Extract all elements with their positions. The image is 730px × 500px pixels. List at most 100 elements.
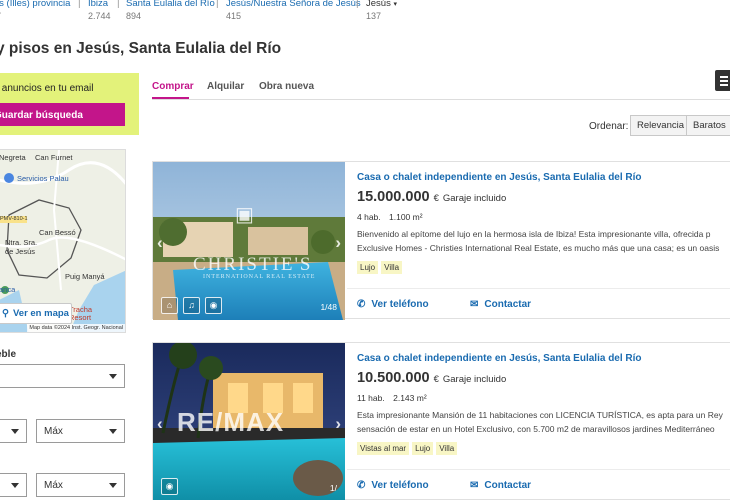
breadcrumb-separator: | xyxy=(216,0,219,9)
prev-photo-icon[interactable]: ‹ xyxy=(157,414,163,434)
sort-cheapest-button[interactable]: Baratos xyxy=(686,115,730,136)
view-phone-label: Ver teléfono xyxy=(371,299,429,310)
breadcrumb-label[interactable]: Santa Eulalia del Río xyxy=(126,0,215,9)
currency: € xyxy=(433,193,439,204)
max-select[interactable]: Máx xyxy=(36,419,125,443)
breadcrumb-item-province[interactable]: rs (Illes) provincia 7 xyxy=(0,0,70,21)
listing-title[interactable]: Casa o chalet independiente en Jesús, Sa… xyxy=(357,353,642,364)
area-detail: 1.100 m² xyxy=(389,212,423,222)
breadcrumb-count: 894 xyxy=(126,11,142,21)
listing-info: Casa o chalet independiente en Jesús, Sa… xyxy=(347,162,730,320)
breadcrumb-label[interactable]: rs (Illes) provincia xyxy=(0,0,70,9)
breadcrumb-separator: | xyxy=(78,0,81,9)
chat-icon: ✉ xyxy=(470,299,479,310)
max-select-value: Máx xyxy=(44,479,63,491)
property-type-select[interactable] xyxy=(0,364,125,388)
brand-watermark: RE/MAX xyxy=(177,407,285,437)
prev-photo-icon[interactable]: ‹ xyxy=(157,233,163,253)
min-select-2[interactable] xyxy=(0,473,27,497)
breadcrumb-item-jesus[interactable]: Jesús ▾ 137 xyxy=(366,0,397,21)
map-pin-icon: ⚲ xyxy=(2,308,9,319)
listing-title[interactable]: Casa o chalet independiente en Jesús, Sa… xyxy=(357,172,642,183)
breadcrumb-item-santa-eulalia[interactable]: Santa Eulalia del Río 894 xyxy=(126,0,215,21)
location-icon[interactable]: ◉ xyxy=(205,297,222,314)
breadcrumb-item-ibiza[interactable]: Ibiza 2.744 xyxy=(88,0,111,21)
breadcrumb-label[interactable]: Jesús ▾ xyxy=(366,0,397,9)
breadcrumb-count: 7 xyxy=(0,11,70,21)
tag-badge: Villa xyxy=(436,442,458,455)
listing-tags: Vistas al mar Lujo Villa xyxy=(357,442,458,455)
view-phone-label: Ver teléfono xyxy=(371,480,429,491)
listing-details: 11 hab. 2.143 m² xyxy=(357,393,433,403)
description-line: Esta impresionante Mansión de 11 habitac… xyxy=(357,410,723,420)
view-map-label: Ver en mapa xyxy=(12,308,69,319)
map-label: Resort xyxy=(69,313,92,322)
tag-badge: Villa xyxy=(381,261,403,274)
description-line: sensación de estar en un Hotel Exclusivo… xyxy=(357,423,715,434)
contact-button[interactable]: ✉ Contactar xyxy=(470,480,531,491)
sort-relevance-button[interactable]: Relevancia xyxy=(630,115,691,136)
floor-plan-icon[interactable]: ⌂ xyxy=(161,297,178,314)
listing-card[interactable]: ▣ CHRISTIE'S INTERNATIONAL REAL ESTATE ‹… xyxy=(152,161,730,320)
tab-alquilar[interactable]: Alquilar xyxy=(207,81,244,92)
chevron-down-icon xyxy=(109,374,117,379)
description-line: Bienvenido al epítome del lujo en la her… xyxy=(357,229,711,239)
location-icon[interactable]: ◉ xyxy=(161,478,178,495)
bell-icon[interactable]: ♫ xyxy=(183,297,200,314)
next-photo-icon[interactable]: › xyxy=(335,233,341,253)
chat-icon: ✉ xyxy=(470,480,479,491)
photo-counter: 1/ xyxy=(329,483,337,493)
tag-badge: Vistas al mar xyxy=(357,442,410,455)
listing-description[interactable]: Esta impresionante Mansión de 11 habitac… xyxy=(357,409,730,436)
price-value: 10.500.000 xyxy=(357,370,430,386)
tab-comprar[interactable]: Comprar xyxy=(152,81,194,92)
max-select-2[interactable]: Máx xyxy=(36,473,125,497)
listing-info: Casa o chalet independiente en Jesús, Sa… xyxy=(347,343,730,500)
sort-label: Ordenar: xyxy=(589,121,629,132)
breadcrumb-separator: | xyxy=(117,0,120,9)
phone-icon: ✆ xyxy=(357,299,366,310)
contact-button[interactable]: ✉ Contactar xyxy=(470,299,531,310)
listing-photo[interactable]: RE/MAX ‹ › ◉ 1/ xyxy=(153,343,345,500)
listing-details: 4 hab. 1.100 m² xyxy=(357,212,429,222)
listing-photo[interactable]: ▣ CHRISTIE'S INTERNATIONAL REAL ESTATE ‹… xyxy=(153,162,345,320)
breadcrumb-separator: | xyxy=(356,0,359,9)
listing-price: 10.500.000 € Garaje incluido xyxy=(357,370,506,386)
listing-description[interactable]: Bienvenido al epítome del lujo en la her… xyxy=(357,228,730,255)
menu-icon[interactable] xyxy=(715,70,730,91)
view-map-button[interactable]: ⚲ Ver en mapa xyxy=(0,303,72,324)
chevron-down-icon xyxy=(109,429,117,434)
breadcrumb-label[interactable]: Jesús/Nuestra Señora de Jesús xyxy=(226,0,361,9)
phone-icon: ✆ xyxy=(357,480,366,491)
next-photo-icon[interactable]: › xyxy=(335,414,341,434)
min-select[interactable] xyxy=(0,419,27,443)
map-label: Servicios Palau xyxy=(17,174,69,183)
contact-label: Contactar xyxy=(484,299,532,310)
map-credit: Map data ©2024 Inst. Geogr. Nacional xyxy=(27,324,125,332)
map-label: de Jesús xyxy=(5,247,36,256)
chevron-down-icon xyxy=(109,483,117,488)
rooms-detail: 4 hab. xyxy=(357,212,381,222)
map-label: PMV-810-1 xyxy=(0,216,28,222)
save-search-button[interactable]: Guardar búsqueda xyxy=(0,103,125,126)
filter-label-property-type: eble xyxy=(0,349,17,360)
tab-obra-nueva[interactable]: Obra nueva xyxy=(259,81,314,92)
map-label: Negreta xyxy=(0,153,26,162)
listing-price: 15.000.000 € Garaje incluido xyxy=(357,189,506,205)
map-preview[interactable]: Negreta Can Furnet Servicios Palau Can B… xyxy=(0,149,126,333)
brand-watermark-sub: INTERNATIONAL REAL ESTATE xyxy=(203,274,316,280)
chevron-down-icon xyxy=(11,429,19,434)
card-divider xyxy=(347,288,730,289)
listing-card[interactable]: RE/MAX ‹ › ◉ 1/ Casa o chalet independie… xyxy=(152,342,730,500)
breadcrumb: rs (Illes) provincia 7 | Ibiza 2.744 | S… xyxy=(0,0,730,26)
brand-watermark: CHRISTIE'S xyxy=(193,254,313,275)
chevron-down-icon xyxy=(11,483,19,488)
price-value: 15.000.000 xyxy=(357,189,430,205)
currency: € xyxy=(433,374,439,385)
breadcrumb-count: 2.744 xyxy=(88,11,111,21)
view-phone-button[interactable]: ✆ Ver teléfono xyxy=(357,480,429,491)
view-phone-button[interactable]: ✆ Ver teléfono xyxy=(357,299,429,310)
map-label: anca xyxy=(0,285,16,294)
breadcrumb-item-jesus-area[interactable]: Jesús/Nuestra Señora de Jesús 415 xyxy=(226,0,361,21)
breadcrumb-label[interactable]: Ibiza xyxy=(88,0,111,9)
